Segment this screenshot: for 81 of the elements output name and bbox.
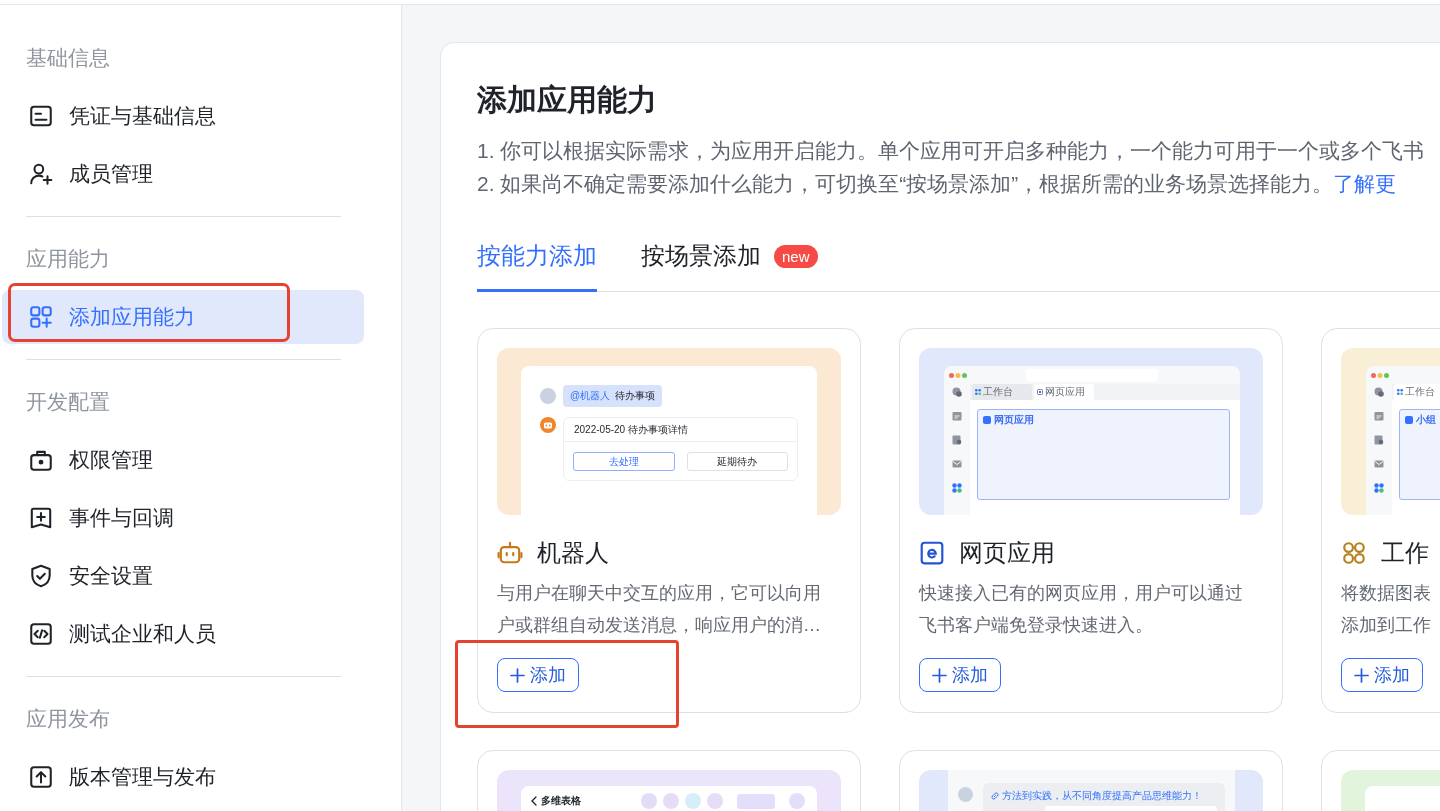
add-button[interactable]: 添加 [1341,658,1423,692]
four-rings-icon [1341,540,1367,566]
sidebar-item[interactable]: 凭证与基础信息 [2,89,364,143]
avatar-placeholder [958,787,973,802]
sidebar-item[interactable]: 成员管理 [2,147,364,201]
sidebar-item[interactable]: 事件与回调 [2,491,364,545]
window-controls-icon [949,372,967,378]
card-description: 将数据图表 添加到工作 [1341,582,1431,637]
calendar-icon [952,411,962,421]
card-description: 快速接入已有的网页应用，用户可以通过 飞书客户端免登录快速进入。 [919,582,1243,637]
window-label: 工作台 [1405,387,1435,397]
action-chip: 延期待办 [686,452,788,471]
shield-check-icon [28,563,54,589]
link-icon [991,792,999,800]
robot-icon [497,540,523,566]
app-logo-icon [1405,416,1413,424]
apps-icon [975,389,981,395]
card-title: 工作 [1381,538,1429,568]
collaborator-avatar [707,793,723,809]
chat-icon [952,387,962,397]
card-lines-icon [28,103,54,129]
window-label: 工作台 [983,387,1013,397]
panel-title: 小组 [1416,415,1436,425]
document-icon [952,435,962,445]
mention-text: @机器人 [570,391,611,401]
apps-icon [1374,483,1384,493]
robot-avatar-icon [540,417,556,433]
action-chip: 去处理 [573,452,675,471]
sidebar-item[interactable]: 权限管理 [2,433,364,487]
window-label: 网页应用 [1045,387,1085,397]
tab[interactable]: 按能力添加 [477,238,597,292]
sidebar-item[interactable]: 安全设置 [2,549,364,603]
window-controls-icon [1371,372,1389,378]
upload-square-icon [28,764,54,790]
chat-icon [1374,387,1384,397]
collaborator-avatar [663,793,679,809]
square-plus-icon [28,505,54,531]
document-icon [1374,435,1384,445]
card-title: 网页应用 [959,538,1055,568]
table-title: 多维表格 [541,796,581,806]
description-text: 1. 你可以根据实际需求，为应用开启能力。单个应用可开启多种能力，一个能力可用于一个或多个飞书 [477,138,1425,164]
message-text: 待办事项 [615,391,656,401]
sidebar-section-title: 应用能力 [26,246,110,273]
collaborator-avatar [641,793,657,809]
avatar-placeholder [540,388,556,404]
sidebar-item[interactable]: 添加应用能力 [2,290,364,344]
e-square-icon [919,540,945,566]
sidebar-section-title: 开发配置 [26,389,110,416]
mail-icon [952,459,962,469]
user-plus-icon [28,161,54,187]
plus-icon [510,667,525,683]
sidebar-section-title: 基础信息 [26,45,110,72]
todo-title: 2022-05-20 待办事项详情 [574,424,688,435]
tab[interactable]: 按场景添加 new [641,238,818,292]
apps-icon [1397,389,1403,395]
page-title: 添加应用能力 [477,82,658,118]
app-logo-icon [983,416,991,424]
description-text: 2. 如果尚不确定需要添加什么能力，可切换至“按场景添加”，根据所需的业务场景选择能力。了解更 [477,171,1397,197]
plus-icon [932,667,947,683]
sidebar-item[interactable]: 测试企业和人员 [2,607,364,661]
grid-plus-icon [28,304,54,330]
mail-icon [1374,459,1384,469]
panel-title: 网页应用 [994,415,1034,425]
add-button[interactable]: 添加 [497,658,579,692]
add-button[interactable]: 添加 [919,658,1001,692]
sidebar-section-title: 应用发布 [26,706,110,733]
card-description: 与用户在聊天中交互的应用，它可以向用 户或群组自动发送消息，响应用户的消… [497,582,821,637]
code-square-icon [28,621,54,647]
calendar-icon [1374,411,1384,421]
sidebar-item[interactable]: 版本管理与发布 [2,750,364,804]
chevron-left-icon [531,796,537,806]
toolbar-pill [737,793,775,809]
plus-icon [1354,667,1369,683]
tab-badge: new [774,244,818,268]
learn-more-link[interactable]: 了解更 [1333,172,1397,195]
apps-icon [952,483,962,493]
collaborator-avatar [789,793,805,809]
message-text: 方法到实践，从不同角度提高产品思维能力！ [1002,790,1202,802]
collaborator-avatar [685,793,701,809]
page-icon [1037,389,1043,395]
card-title: 机器人 [537,538,609,568]
